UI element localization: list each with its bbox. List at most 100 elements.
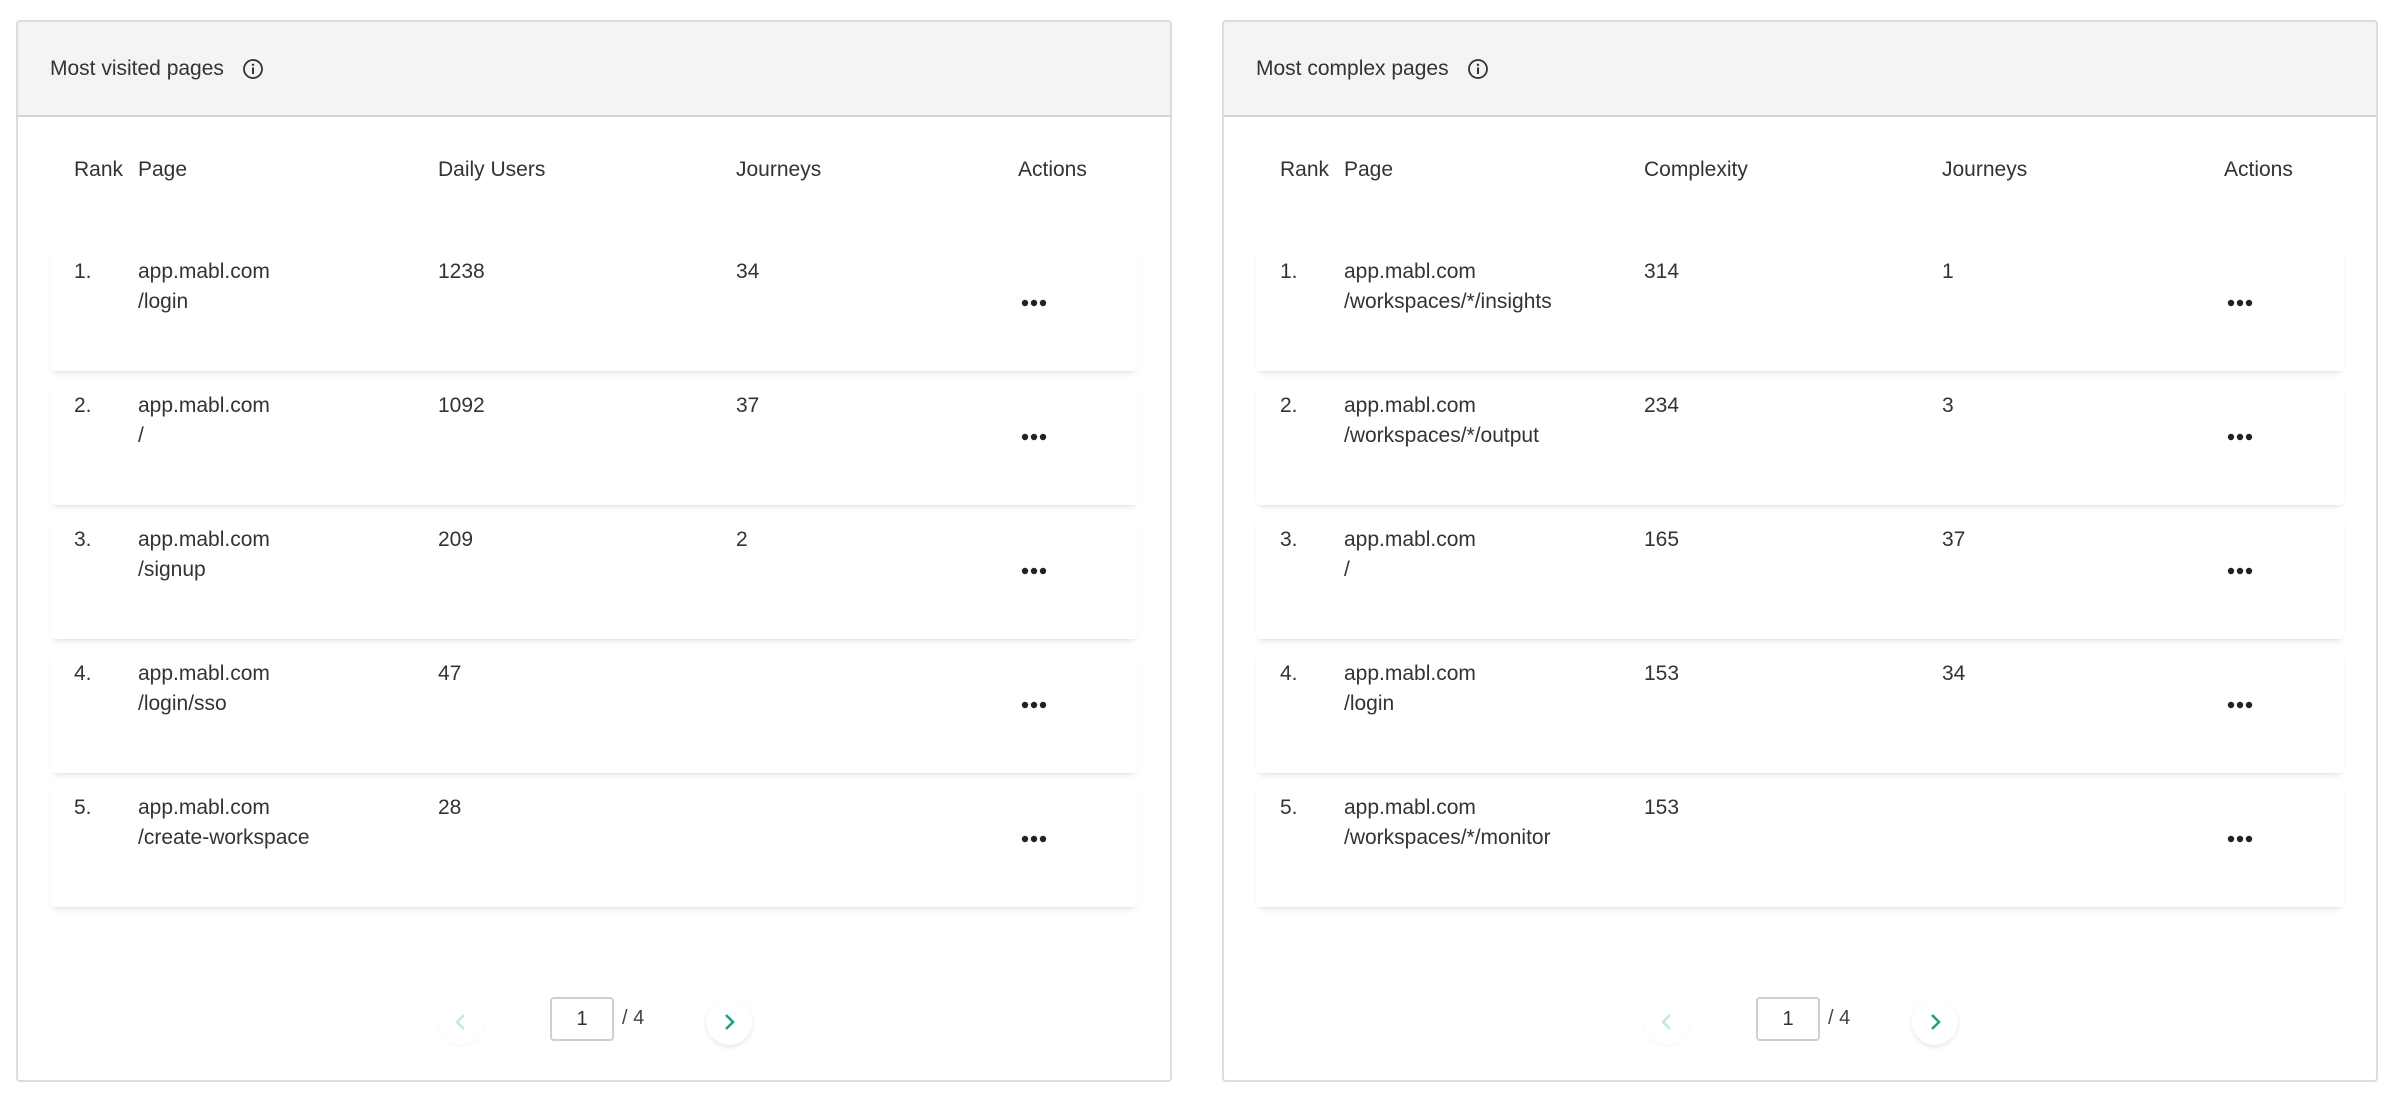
previous-page-button[interactable] xyxy=(1644,999,1690,1045)
more-actions-button[interactable] xyxy=(2214,285,2266,321)
table-row: 4. app.mabl.com/login 153 34 xyxy=(1256,647,2344,773)
more-actions-button[interactable] xyxy=(1008,419,1060,455)
column-header-daily-users: Daily Users xyxy=(438,158,546,181)
more-horizontal-icon xyxy=(2227,567,2253,575)
info-icon[interactable] xyxy=(242,58,264,80)
page-domain: app.mabl.com xyxy=(138,394,270,417)
page-path: /login xyxy=(1344,692,1395,715)
row-rank: 2. xyxy=(1280,394,1298,417)
table-body: 1. app.mabl.com/workspaces/*/insights 31… xyxy=(1256,245,2344,907)
more-horizontal-icon xyxy=(2227,701,2253,709)
row-rank: 1. xyxy=(1280,260,1298,283)
page-domain: app.mabl.com xyxy=(138,260,270,283)
column-header-rank: Rank xyxy=(74,158,124,181)
table-header: Rank Page Complexity Journeys Actions xyxy=(1224,157,2376,245)
more-horizontal-icon xyxy=(2227,835,2253,843)
page-path: / xyxy=(1344,558,1350,581)
row-page: app.mabl.com / xyxy=(1344,525,1476,585)
row-journeys: 37 xyxy=(1942,528,1966,551)
row-journeys: 3 xyxy=(1942,394,1954,417)
page-number-input[interactable] xyxy=(1756,997,1820,1041)
panel-title: Most visited pages xyxy=(50,56,224,80)
table-row: 2. app.mabl.com/workspaces/*/output 234 … xyxy=(1256,379,2344,505)
page-domain: app.mabl.com xyxy=(1344,260,1476,283)
row-page: app.mabl.com/create-workspace xyxy=(138,793,310,853)
row-journeys: 34 xyxy=(736,260,760,283)
table-row: 1. app.mabl.com/workspaces/*/insights 31… xyxy=(1256,245,2344,371)
row-journeys: 1 xyxy=(1942,260,1954,283)
more-horizontal-icon xyxy=(2227,299,2253,307)
row-daily-users: 28 xyxy=(438,796,462,819)
table-row: 3. app.mabl.com/signup 209 2 xyxy=(50,513,1138,639)
page-total: / 4 xyxy=(1828,1007,1851,1029)
table-row: 4. app.mabl.com/login/sso 47 xyxy=(50,647,1138,773)
row-daily-users: 47 xyxy=(438,662,462,685)
row-page: app.mabl.com/signup xyxy=(138,525,270,585)
column-header-journeys: Journeys xyxy=(1942,158,2028,181)
most-visited-pages-panel: Most visited pages Rank Page Daily Users… xyxy=(16,20,1172,1082)
next-page-button[interactable] xyxy=(706,999,752,1045)
row-journeys: 34 xyxy=(1942,662,1966,685)
more-actions-button[interactable] xyxy=(2214,419,2266,455)
pagination: / 4 xyxy=(1224,997,2376,1047)
page-domain: app.mabl.com xyxy=(1344,796,1476,819)
chevron-right-icon xyxy=(725,1014,735,1030)
more-horizontal-icon xyxy=(1021,701,1047,709)
row-rank: 5. xyxy=(74,796,92,819)
previous-page-button[interactable] xyxy=(438,999,484,1045)
page-path: /workspaces/*/monitor xyxy=(1344,826,1551,849)
page-total: / 4 xyxy=(622,1007,645,1029)
row-rank: 1. xyxy=(74,260,92,283)
column-header-page: Page xyxy=(1344,158,1394,181)
row-complexity: 153 xyxy=(1644,796,1680,819)
more-horizontal-icon xyxy=(1021,567,1047,575)
page-domain: app.mabl.com xyxy=(138,662,270,685)
pagination: / 4 xyxy=(18,997,1170,1047)
page-path: /workspaces/*/insights xyxy=(1344,290,1552,313)
table-row: 1. app.mabl.com/login 1238 34 xyxy=(50,245,1138,371)
more-actions-button[interactable] xyxy=(2214,821,2266,857)
info-icon[interactable] xyxy=(1467,58,1489,80)
page-domain: app.mabl.com xyxy=(138,528,270,551)
chevron-right-icon xyxy=(1931,1014,1941,1030)
more-horizontal-icon xyxy=(1021,299,1047,307)
more-actions-button[interactable] xyxy=(2214,553,2266,589)
row-complexity: 314 xyxy=(1644,260,1680,283)
row-rank: 5. xyxy=(1280,796,1298,819)
row-daily-users: 209 xyxy=(438,528,474,551)
page-domain: app.mabl.com xyxy=(1344,394,1476,417)
column-header-actions: Actions xyxy=(1018,158,1087,181)
table-body: 1. app.mabl.com/login 1238 34 2. app.mab… xyxy=(50,245,1138,907)
next-page-button[interactable] xyxy=(1912,999,1958,1045)
row-daily-users: 1238 xyxy=(438,260,485,283)
row-page: app.mabl.com/workspaces/*/output xyxy=(1344,391,1539,451)
page-path: /create-workspace xyxy=(138,826,310,849)
more-actions-button[interactable] xyxy=(1008,821,1060,857)
panel-header: Most visited pages xyxy=(18,22,1170,117)
row-journeys: 37 xyxy=(736,394,760,417)
more-actions-button[interactable] xyxy=(1008,285,1060,321)
most-complex-pages-panel: Most complex pages Rank Page Complexity … xyxy=(1222,20,2378,1082)
table-row: 2. app.mabl.com / 1092 37 xyxy=(50,379,1138,505)
row-complexity: 153 xyxy=(1644,662,1680,685)
row-journeys: 2 xyxy=(736,528,748,551)
more-actions-button[interactable] xyxy=(2214,687,2266,723)
page-path: /signup xyxy=(138,558,206,581)
more-actions-button[interactable] xyxy=(1008,553,1060,589)
row-daily-users: 1092 xyxy=(438,394,485,417)
chevron-left-icon xyxy=(1661,1014,1671,1030)
page-path: / xyxy=(138,424,144,447)
page-number-input[interactable] xyxy=(550,997,614,1041)
row-page: app.mabl.com/login/sso xyxy=(138,659,270,719)
row-rank: 3. xyxy=(1280,528,1298,551)
column-header-page: Page xyxy=(138,158,188,181)
row-page: app.mabl.com/workspaces/*/insights xyxy=(1344,257,1552,317)
more-actions-button[interactable] xyxy=(1008,687,1060,723)
row-complexity: 234 xyxy=(1644,394,1680,417)
more-horizontal-icon xyxy=(2227,433,2253,441)
page-domain: app.mabl.com xyxy=(1344,528,1476,551)
column-header-complexity: Complexity xyxy=(1644,158,1748,181)
column-header-actions: Actions xyxy=(2224,158,2293,181)
panel-header: Most complex pages xyxy=(1224,22,2376,117)
row-page: app.mabl.com / xyxy=(138,391,270,451)
